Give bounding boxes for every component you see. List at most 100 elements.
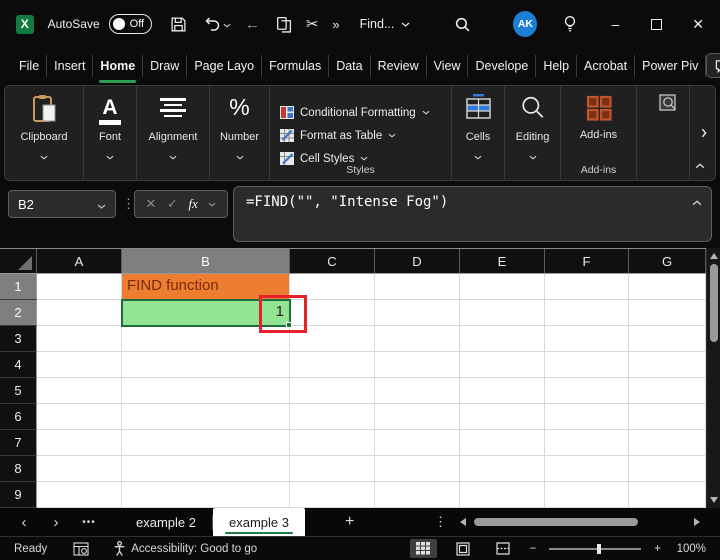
cell-E3[interactable] <box>460 326 545 352</box>
tell-me-button[interactable] <box>563 15 577 33</box>
menu-tab-formulas[interactable]: Formulas <box>262 54 330 77</box>
zoom-out-button[interactable]: − <box>530 543 537 555</box>
cell-D9[interactable] <box>375 482 460 508</box>
column-header-C[interactable]: C <box>290 249 375 273</box>
menu-tab-review[interactable]: Review <box>371 54 427 77</box>
ribbon-button-format-as-table[interactable]: Format as Table <box>280 125 396 146</box>
cell-D4[interactable] <box>375 352 460 378</box>
column-header-D[interactable]: D <box>375 249 460 273</box>
menu-tab-data[interactable]: Data <box>329 54 371 77</box>
redo-button[interactable]: ← <box>245 16 260 33</box>
close-button[interactable]: ✕ <box>692 16 704 33</box>
menu-tab-view[interactable]: View <box>427 54 469 77</box>
zoom-percentage[interactable]: 100% <box>674 543 706 555</box>
cell-B2[interactable]: 1 <box>121 299 292 328</box>
cell-F7[interactable] <box>545 430 629 456</box>
row-header-3[interactable]: 3 <box>0 326 37 352</box>
hscroll-left-arrow-icon[interactable] <box>460 518 466 526</box>
insert-function-button[interactable]: fx <box>188 196 197 212</box>
column-header-B[interactable]: B <box>122 249 290 273</box>
menu-tab-draw[interactable]: Draw <box>143 54 188 77</box>
cell-G5[interactable] <box>629 378 706 404</box>
scroll-up-arrow-icon[interactable] <box>710 253 718 259</box>
cell-B4[interactable] <box>122 352 290 378</box>
cell-C9[interactable] <box>290 482 375 508</box>
ribbon-group-clipboard[interactable]: Clipboard <box>5 86 84 180</box>
cell-F6[interactable] <box>545 404 629 430</box>
cell-A3[interactable] <box>37 326 122 352</box>
cell-D8[interactable] <box>375 456 460 482</box>
sheet-options-icon[interactable]: ⋮ <box>434 514 447 530</box>
menu-tab-acrobat[interactable]: Acrobat <box>577 54 636 77</box>
comments-button[interactable] <box>706 53 720 78</box>
cell-G2[interactable] <box>629 300 706 326</box>
row-header-6[interactable]: 6 <box>0 404 37 430</box>
cell-G4[interactable] <box>629 352 706 378</box>
cell-A9[interactable] <box>37 482 122 508</box>
page-break-view-button[interactable] <box>490 539 517 558</box>
ribbon-button-conditional-formatting[interactable]: Conditional Formatting <box>280 102 430 123</box>
cell-C1[interactable] <box>290 274 375 300</box>
cell-A5[interactable] <box>37 378 122 404</box>
cell-A2[interactable] <box>37 300 122 326</box>
cell-A1[interactable] <box>37 274 122 300</box>
menu-tab-help[interactable]: Help <box>536 54 578 77</box>
menu-tab-page-layo[interactable]: Page Layo <box>187 54 263 77</box>
cell-D6[interactable] <box>375 404 460 430</box>
column-header-A[interactable]: A <box>37 249 122 273</box>
cell-B1[interactable]: FIND function <box>122 274 290 300</box>
cut-button[interactable]: ✂ <box>306 15 319 33</box>
cell-G7[interactable] <box>629 430 706 456</box>
name-box[interactable]: B2 <box>8 190 116 218</box>
cell-F4[interactable] <box>545 352 629 378</box>
search-button[interactable] <box>454 16 471 33</box>
cell-E5[interactable] <box>460 378 545 404</box>
cell-G3[interactable] <box>629 326 706 352</box>
cell-F2[interactable] <box>545 300 629 326</box>
cell-F3[interactable] <box>545 326 629 352</box>
cell-B3[interactable] <box>122 326 290 352</box>
ribbon-group-alignment[interactable]: Alignment <box>137 86 210 180</box>
ribbon-group-editing[interactable]: Editing <box>505 86 561 180</box>
cell-B6[interactable] <box>122 404 290 430</box>
zoom-in-button[interactable]: + <box>654 543 661 555</box>
cell-G9[interactable] <box>629 482 706 508</box>
menu-tab-home[interactable]: Home <box>93 54 144 83</box>
column-header-E[interactable]: E <box>460 249 545 273</box>
cell-F5[interactable] <box>545 378 629 404</box>
formula-input[interactable]: =FIND("", "Intense Fog") <box>233 186 712 242</box>
menu-tab-power-piv[interactable]: Power Piv <box>635 54 707 77</box>
cell-E2[interactable] <box>460 300 545 326</box>
cell-E6[interactable] <box>460 404 545 430</box>
horizontal-scroll-thumb[interactable] <box>474 518 638 526</box>
cell-C4[interactable] <box>290 352 375 378</box>
column-header-F[interactable]: F <box>545 249 629 273</box>
new-sheet-button[interactable]: + <box>345 513 354 531</box>
cell-A7[interactable] <box>37 430 122 456</box>
cell-F1[interactable] <box>545 274 629 300</box>
cell-D1[interactable] <box>375 274 460 300</box>
cell-C6[interactable] <box>290 404 375 430</box>
avatar[interactable]: AK <box>513 11 538 37</box>
cell-E7[interactable] <box>460 430 545 456</box>
autosave-toggle[interactable]: Off <box>108 14 152 34</box>
row-header-4[interactable]: 4 <box>0 352 37 378</box>
fill-handle[interactable] <box>286 322 292 328</box>
enter-button[interactable]: ✓ <box>167 196 178 212</box>
sheet-nav-right[interactable]: › <box>40 514 72 531</box>
accessibility-status[interactable]: Accessibility: Good to go <box>113 541 257 556</box>
row-header-8[interactable]: 8 <box>0 456 37 482</box>
sheet-tab-example-2[interactable]: example 2 <box>120 508 212 536</box>
cell-A8[interactable] <box>37 456 122 482</box>
all-sheets-button[interactable]: ••• <box>74 517 104 528</box>
minimize-button[interactable]: – <box>611 16 619 32</box>
cell-E9[interactable] <box>460 482 545 508</box>
cell-C5[interactable] <box>290 378 375 404</box>
row-header-7[interactable]: 7 <box>0 430 37 456</box>
cell-B9[interactable] <box>122 482 290 508</box>
ribbon-group-addins[interactable]: Add-ins Add-ins <box>561 86 637 180</box>
collapse-ribbon-button[interactable] <box>695 156 705 174</box>
menu-tab-develope[interactable]: Develope <box>468 54 537 77</box>
cell-F8[interactable] <box>545 456 629 482</box>
row-header-2[interactable]: 2 <box>0 300 37 326</box>
